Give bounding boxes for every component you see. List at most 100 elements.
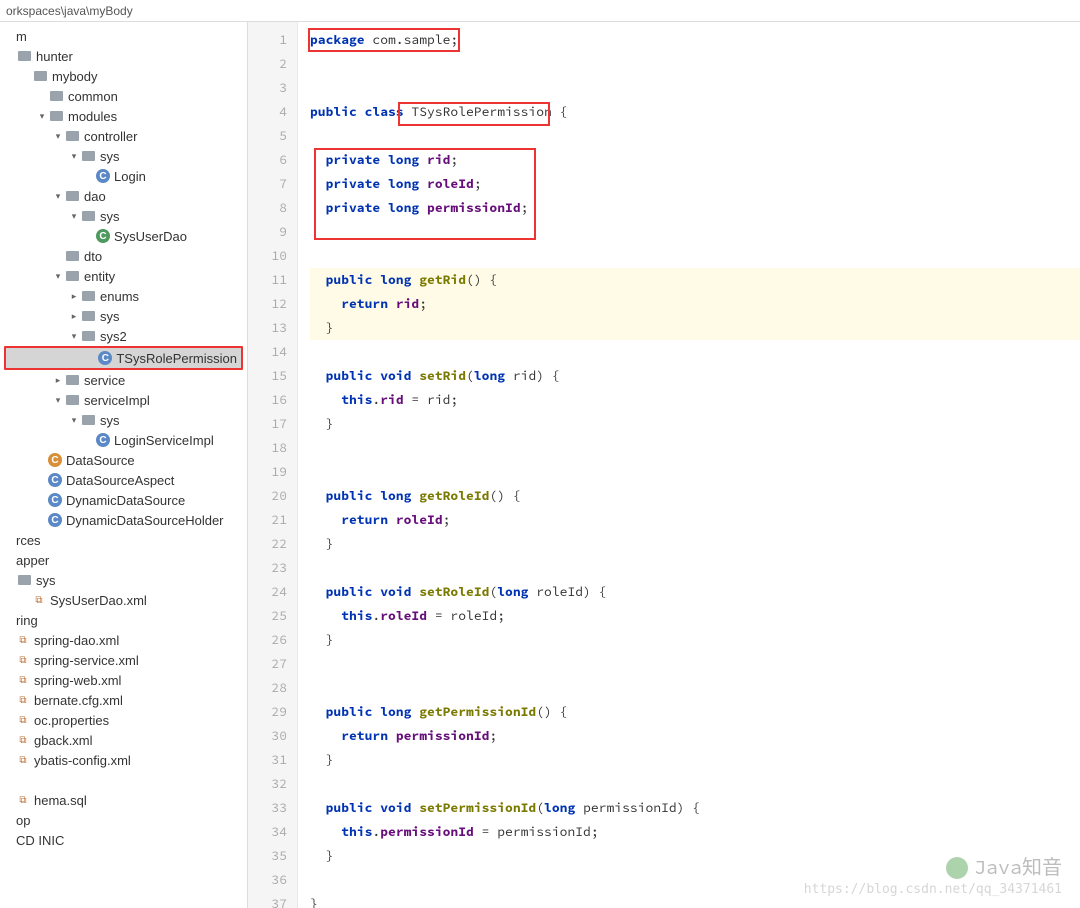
tree-item[interactable]: CLoginServiceImpl [0, 430, 247, 450]
expand-arrow-icon[interactable]: ▾ [68, 331, 80, 342]
tree-item[interactable]: ▾controller [0, 126, 247, 146]
tree-item[interactable]: ring [0, 610, 247, 630]
code-line[interactable] [310, 340, 1080, 364]
code-line[interactable]: } [310, 844, 1080, 868]
tree-item[interactable]: ⧉bernate.cfg.xml [0, 690, 247, 710]
tree-item[interactable]: ⧉gback.xml [0, 730, 247, 750]
code-line[interactable] [310, 772, 1080, 796]
tree-item[interactable]: ▸enums [0, 286, 247, 306]
code-line[interactable]: private long permissionId; [310, 196, 1080, 220]
code-line[interactable] [310, 124, 1080, 148]
code-line[interactable]: private long roleId; [310, 172, 1080, 196]
tree-item[interactable]: CDynamicDataSourceHolder [0, 510, 247, 530]
code-line[interactable]: } [310, 412, 1080, 436]
tree-item[interactable]: ⧉SysUserDao.xml [0, 590, 247, 610]
code-line[interactable]: private long rid; [310, 148, 1080, 172]
code-line[interactable]: return permissionId; [310, 724, 1080, 748]
tree-item[interactable]: CTSysRolePermission [6, 348, 241, 368]
gutter-line-number: 36 [248, 868, 287, 892]
tree-item[interactable]: dto [0, 246, 247, 266]
code-line[interactable]: } [310, 532, 1080, 556]
tree-item[interactable]: hunter [0, 46, 247, 66]
tree-item[interactable] [0, 770, 247, 790]
tree-item[interactable]: ⧉spring-dao.xml [0, 630, 247, 650]
code-line[interactable] [310, 244, 1080, 268]
code-line[interactable]: this.roleId = roleId; [310, 604, 1080, 628]
code-line[interactable] [310, 868, 1080, 892]
tree-item[interactable]: ⧉hema.sql [0, 790, 247, 810]
tree-item[interactable]: common [0, 86, 247, 106]
expand-arrow-icon[interactable]: ▾ [36, 111, 48, 122]
tree-item[interactable]: ▾sys [0, 410, 247, 430]
tree-item[interactable]: sys [0, 570, 247, 590]
tree-item[interactable]: CDataSourceAspect [0, 470, 247, 490]
code-line[interactable]: this.rid = rid; [310, 388, 1080, 412]
expand-arrow-icon[interactable]: ▾ [68, 415, 80, 426]
code-line[interactable]: package com.sample; [310, 28, 1080, 52]
code-line[interactable]: return rid; [310, 292, 1080, 316]
expand-arrow-icon[interactable]: ▾ [52, 131, 64, 142]
code-line[interactable]: public void setPermissionId(long permiss… [310, 796, 1080, 820]
gutter-line-number: 16 [248, 388, 287, 412]
tree-item[interactable]: CD INIC [0, 830, 247, 850]
code-line[interactable]: public void setRoleId(long roleId) { [310, 580, 1080, 604]
tree-item[interactable]: ⧉ybatis-config.xml [0, 750, 247, 770]
tree-item[interactable]: ▾sys [0, 206, 247, 226]
tree-item[interactable]: CSysUserDao [0, 226, 247, 246]
gutter-line-number: 6 [248, 148, 287, 172]
code-line[interactable] [310, 652, 1080, 676]
tree-item[interactable]: CLogin [0, 166, 247, 186]
tree-item[interactable]: ▸sys [0, 306, 247, 326]
code-line[interactable]: this.permissionId = permissionId; [310, 820, 1080, 844]
tree-item[interactable]: ⧉spring-service.xml [0, 650, 247, 670]
code-line[interactable]: } [310, 892, 1080, 908]
code-line[interactable]: public class TSysRolePermission { [310, 100, 1080, 124]
code-line[interactable] [310, 220, 1080, 244]
code-line[interactable]: } [310, 628, 1080, 652]
tree-item[interactable]: ▾modules [0, 106, 247, 126]
tree-item[interactable]: rces [0, 530, 247, 550]
tree-item[interactable]: apper [0, 550, 247, 570]
code-line[interactable]: return roleId; [310, 508, 1080, 532]
tree-item[interactable]: ⧉spring-web.xml [0, 670, 247, 690]
code-editor[interactable]: 1234567891011121314151617181920212223242… [248, 22, 1080, 908]
code-line[interactable] [310, 76, 1080, 100]
expand-arrow-icon[interactable]: ▾ [52, 191, 64, 202]
tree-item[interactable]: ▾sys2 [0, 326, 247, 346]
code-line[interactable]: } [310, 748, 1080, 772]
folder-icon [64, 392, 80, 408]
tree-item[interactable]: mybody [0, 66, 247, 86]
tree-item[interactable]: op [0, 810, 247, 830]
gutter-line-number: 26 [248, 628, 287, 652]
code-line[interactable]: public long getPermissionId() { [310, 700, 1080, 724]
tree-item[interactable]: ▾entity [0, 266, 247, 286]
project-tree[interactable]: mhuntermybodycommon▾modules▾controller▾s… [0, 22, 248, 908]
code-line[interactable]: } [310, 316, 1080, 340]
expand-arrow-icon[interactable]: ▸ [68, 291, 80, 302]
tree-item[interactable]: ▾sys [0, 146, 247, 166]
tree-item[interactable]: CDataSource [0, 450, 247, 470]
editor-code-area[interactable]: Java知音 https://blog.csdn.net/qq_34371461… [298, 22, 1080, 908]
code-line[interactable] [310, 52, 1080, 76]
code-line[interactable]: public void setRid(long rid) { [310, 364, 1080, 388]
expand-arrow-icon[interactable]: ▾ [52, 395, 64, 406]
tree-item[interactable]: ▾serviceImpl [0, 390, 247, 410]
expand-arrow-icon[interactable]: ▾ [52, 271, 64, 282]
expand-arrow-icon[interactable]: ▾ [68, 151, 80, 162]
expand-arrow-icon[interactable]: ▸ [68, 311, 80, 322]
code-line[interactable] [310, 460, 1080, 484]
tree-item[interactable]: CDynamicDataSource [0, 490, 247, 510]
class-icon: C [48, 473, 62, 487]
code-line[interactable] [310, 676, 1080, 700]
tree-item[interactable]: ▾dao [0, 186, 247, 206]
tree-item[interactable]: m [0, 26, 247, 46]
tree-item[interactable]: ▸service [0, 370, 247, 390]
expand-arrow-icon[interactable]: ▸ [52, 375, 64, 386]
expand-arrow-icon[interactable]: ▾ [68, 211, 80, 222]
code-line[interactable]: public long getRid() { [310, 268, 1080, 292]
gutter-line-number: 21 [248, 508, 287, 532]
tree-item[interactable]: ⧉oc.properties [0, 710, 247, 730]
code-line[interactable]: public long getRoleId() { [310, 484, 1080, 508]
code-line[interactable] [310, 556, 1080, 580]
code-line[interactable] [310, 436, 1080, 460]
